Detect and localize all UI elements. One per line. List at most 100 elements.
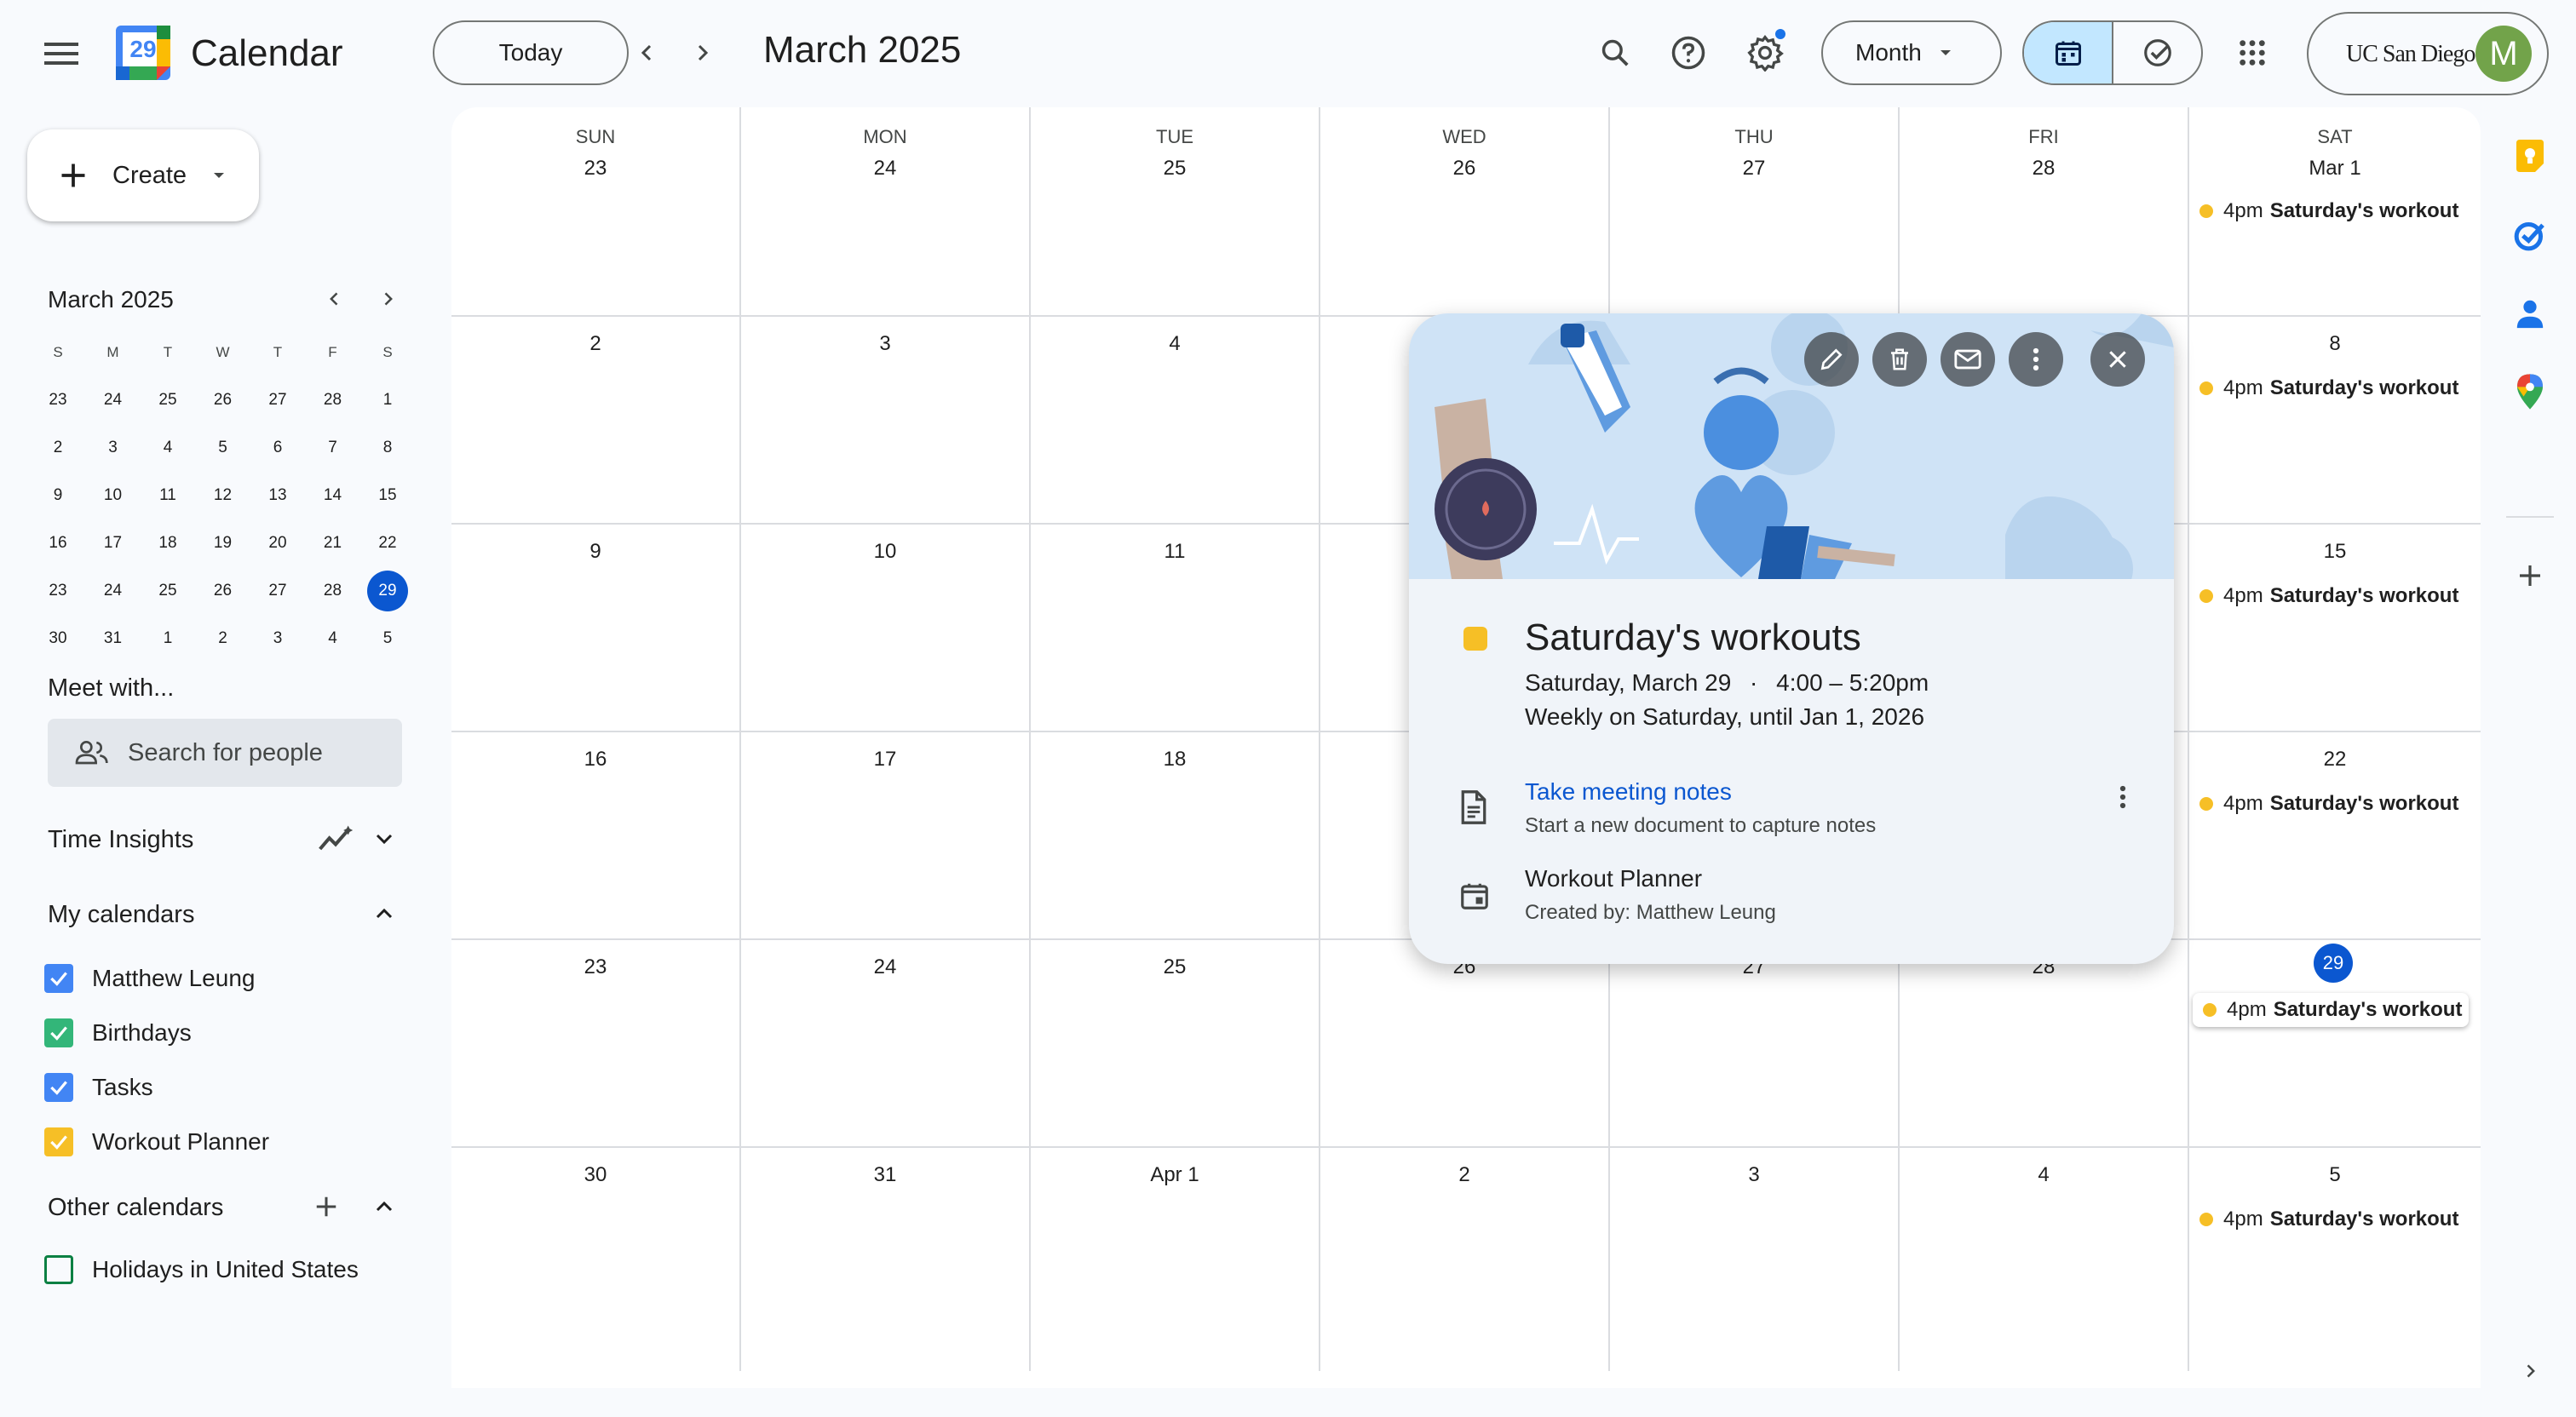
other-calendar-item[interactable]: Holidays in United States xyxy=(44,1248,359,1291)
mini-day[interactable]: 25 xyxy=(147,380,188,421)
day-cell[interactable]: FRI 28 xyxy=(1900,107,2189,315)
mini-day[interactable]: 11 xyxy=(147,475,188,516)
account-button[interactable]: UC San Diego M xyxy=(2307,12,2549,95)
calendar-view-toggle[interactable] xyxy=(2024,22,2113,83)
calendar-checkbox[interactable] xyxy=(44,1127,73,1156)
day-number[interactable]: 3 xyxy=(1610,1163,1898,1187)
mini-day[interactable]: 3 xyxy=(257,618,298,659)
mini-day[interactable]: 24 xyxy=(93,380,134,421)
event-chip[interactable]: 4pm Saturday's workout xyxy=(2193,993,2470,1027)
day-number[interactable]: 30 xyxy=(451,1163,739,1187)
mini-day-selected[interactable]: 29 xyxy=(367,571,408,611)
today-button[interactable]: Today xyxy=(433,20,629,85)
mini-day[interactable]: 25 xyxy=(147,571,188,611)
day-number[interactable]: 25 xyxy=(1031,955,1319,979)
mini-day[interactable]: 23 xyxy=(37,571,78,611)
day-number[interactable]: 24 xyxy=(741,955,1029,979)
event-chip[interactable]: 4pm Saturday's workout xyxy=(2199,376,2458,400)
day-cell[interactable]: 2 xyxy=(1320,1146,1610,1371)
contacts-app-button[interactable] xyxy=(2503,286,2557,341)
mini-day[interactable]: 4 xyxy=(313,618,354,659)
mini-day[interactable]: 17 xyxy=(93,523,134,564)
mini-day[interactable]: 9 xyxy=(37,475,78,516)
day-number[interactable]: 10 xyxy=(741,540,1029,564)
day-number[interactable]: 26 xyxy=(1320,157,1608,181)
mini-day[interactable]: 28 xyxy=(313,380,354,421)
day-cell[interactable]: 18 xyxy=(1031,731,1320,938)
day-cell[interactable]: Apr 1 xyxy=(1031,1146,1320,1371)
today-day-number[interactable]: 29 xyxy=(2314,944,2353,983)
main-menu-button[interactable] xyxy=(31,26,92,82)
mini-day[interactable]: 30 xyxy=(37,618,78,659)
app-title[interactable]: Calendar xyxy=(191,32,343,75)
day-number[interactable]: 2 xyxy=(451,332,739,356)
day-cell[interactable]: 11 xyxy=(1031,523,1320,731)
event-chip[interactable]: 4pm Saturday's workout xyxy=(2199,1208,2458,1231)
create-button[interactable]: Create xyxy=(27,129,259,221)
day-number[interactable]: 2 xyxy=(1320,1163,1608,1187)
day-number[interactable]: 5 xyxy=(2189,1163,2481,1187)
mini-calendar-prev-button[interactable] xyxy=(313,278,356,320)
edit-event-button[interactable] xyxy=(1804,332,1859,387)
mini-day[interactable]: 28 xyxy=(313,571,354,611)
day-cell[interactable]: 29 4pm Saturday's workout xyxy=(2189,938,2481,1146)
mini-day[interactable]: 10 xyxy=(93,475,134,516)
mini-day[interactable]: 1 xyxy=(147,618,188,659)
next-month-button[interactable] xyxy=(675,26,729,80)
day-number[interactable]: 27 xyxy=(1610,157,1898,181)
my-calendar-item[interactable]: Birthdays xyxy=(44,1012,192,1054)
event-chip[interactable]: 4pm Saturday's workout xyxy=(2199,199,2458,223)
settings-button[interactable] xyxy=(1738,26,1792,80)
help-button[interactable] xyxy=(1661,26,1716,80)
mini-day[interactable]: 21 xyxy=(313,523,354,564)
my-calendars-collapse-button[interactable] xyxy=(363,892,405,935)
day-cell[interactable]: SUN 23 xyxy=(451,107,741,315)
mini-day[interactable]: 14 xyxy=(313,475,354,516)
mini-day[interactable]: 5 xyxy=(367,618,408,659)
mini-day[interactable]: 18 xyxy=(147,523,188,564)
time-insights-label[interactable]: Time Insights xyxy=(48,826,193,854)
day-cell[interactable]: 10 xyxy=(741,523,1031,731)
event-chip[interactable]: 4pm Saturday's workout xyxy=(2199,792,2458,816)
take-meeting-notes-link[interactable]: Take meeting notes xyxy=(1525,778,1732,806)
mini-day[interactable]: 4 xyxy=(147,427,188,468)
day-cell[interactable]: 16 xyxy=(451,731,741,938)
get-add-ons-button[interactable] xyxy=(2503,548,2557,603)
day-cell[interactable]: 3 xyxy=(741,315,1031,523)
day-number[interactable]: 25 xyxy=(1031,157,1319,181)
day-number[interactable]: 31 xyxy=(741,1163,1029,1187)
time-insights-expand-button[interactable] xyxy=(363,818,405,860)
day-number[interactable]: 22 xyxy=(2189,748,2481,772)
mini-day[interactable]: 1 xyxy=(367,380,408,421)
email-guests-button[interactable] xyxy=(1941,332,1995,387)
day-number[interactable]: 23 xyxy=(451,955,739,979)
day-cell[interactable]: TUE 25 xyxy=(1031,107,1320,315)
mini-day[interactable]: 16 xyxy=(37,523,78,564)
day-cell[interactable]: 23 xyxy=(451,938,741,1146)
mini-day[interactable]: 24 xyxy=(93,571,134,611)
other-calendars-collapse-button[interactable] xyxy=(363,1185,405,1228)
calendar-checkbox[interactable] xyxy=(44,964,73,993)
previous-month-button[interactable] xyxy=(620,26,675,80)
mini-day[interactable]: 3 xyxy=(93,427,134,468)
day-cell[interactable]: 9 xyxy=(451,523,741,731)
day-cell[interactable]: THU 27 xyxy=(1610,107,1900,315)
mini-day[interactable]: 6 xyxy=(257,427,298,468)
day-cell[interactable]: 25 xyxy=(1031,938,1320,1146)
mini-day[interactable]: 2 xyxy=(203,618,244,659)
day-number[interactable]: 9 xyxy=(451,540,739,564)
day-number[interactable]: Mar 1 xyxy=(2189,157,2481,181)
mini-day[interactable]: 26 xyxy=(203,380,244,421)
add-other-calendar-button[interactable] xyxy=(305,1185,348,1228)
maps-app-button[interactable] xyxy=(2503,364,2557,419)
keep-app-button[interactable] xyxy=(2503,129,2557,184)
my-calendar-item[interactable]: Workout Planner xyxy=(44,1121,269,1163)
tasks-app-button[interactable] xyxy=(2503,208,2557,262)
day-cell[interactable]: 2 xyxy=(451,315,741,523)
day-cell[interactable]: 22 4pm Saturday's workout xyxy=(2189,731,2481,938)
day-cell[interactable]: 4 xyxy=(1031,315,1320,523)
mini-day[interactable]: 31 xyxy=(93,618,134,659)
day-cell[interactable]: 30 xyxy=(451,1146,741,1371)
day-cell[interactable]: 31 xyxy=(741,1146,1031,1371)
event-chip[interactable]: 4pm Saturday's workout xyxy=(2199,584,2458,608)
